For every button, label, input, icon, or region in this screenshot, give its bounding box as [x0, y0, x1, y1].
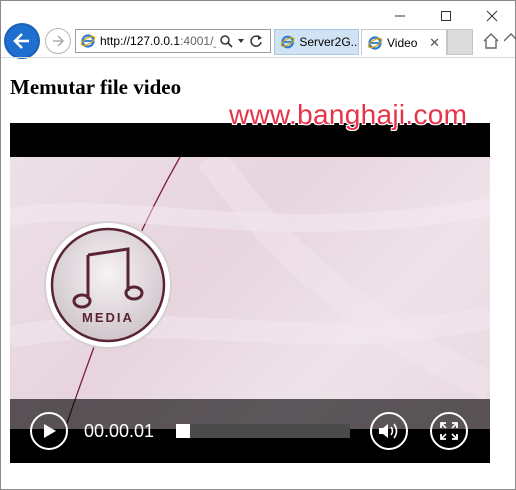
forward-arrow-icon: [53, 35, 65, 47]
watermark-text: www.banghaji.com: [229, 99, 468, 130]
chevron-down-icon: [238, 39, 244, 43]
url-text: http://127.0.0.1:4001/_: [100, 34, 216, 48]
video-controls: 00.00.01: [10, 399, 490, 463]
fullscreen-icon: [440, 422, 458, 440]
browser-window: http://127.0.0.1:4001/_ Server2G...: [0, 0, 516, 490]
ie-logo-icon: [280, 35, 295, 49]
seek-bar[interactable]: [176, 424, 350, 438]
ie-logo-icon: [80, 34, 96, 48]
navigation-bar: http://127.0.0.1:4001/_ Server2G...: [1, 21, 516, 61]
tab-close-button[interactable]: ✕: [429, 35, 440, 51]
back-button[interactable]: [4, 23, 40, 59]
favorites-icon[interactable]: [504, 32, 516, 50]
url-rest: :4001/_: [180, 34, 216, 48]
video-frame: MEDIA: [10, 157, 490, 429]
dropdown-button[interactable]: [236, 36, 246, 46]
address-bar[interactable]: http://127.0.0.1:4001/_: [75, 29, 271, 53]
search-button[interactable]: [219, 34, 233, 48]
url-host: http://127.0.0.1: [100, 34, 181, 48]
new-tab-button[interactable]: [447, 29, 473, 55]
seek-thumb[interactable]: [176, 424, 190, 438]
media-logo-text: MEDIA: [82, 310, 134, 325]
play-icon: [44, 424, 56, 438]
fullscreen-button[interactable]: [430, 412, 468, 450]
tab-server2g[interactable]: Server2G...: [274, 29, 359, 55]
video-player[interactable]: MEDIA 00.00.01: [10, 123, 490, 463]
refresh-button[interactable]: [249, 34, 263, 48]
tab-video[interactable]: Video ✕: [361, 29, 447, 55]
page-title: Memutar file video: [10, 75, 182, 99]
play-button[interactable]: [30, 412, 68, 450]
volume-button[interactable]: [370, 412, 408, 450]
tab-label: Server2G...: [299, 35, 358, 49]
back-arrow-icon: [13, 33, 29, 49]
forward-button[interactable]: [45, 28, 71, 54]
refresh-icon: [250, 35, 262, 47]
volume-icon: [379, 423, 398, 439]
tab-label: Video: [387, 35, 418, 50]
search-icon: [220, 35, 233, 48]
home-icon[interactable]: [482, 32, 500, 50]
toolbar-divider: [1, 57, 515, 58]
ie-logo-icon: [367, 35, 383, 50]
media-logo-icon: MEDIA: [44, 221, 172, 349]
current-time: 00.00.01: [84, 421, 155, 441]
